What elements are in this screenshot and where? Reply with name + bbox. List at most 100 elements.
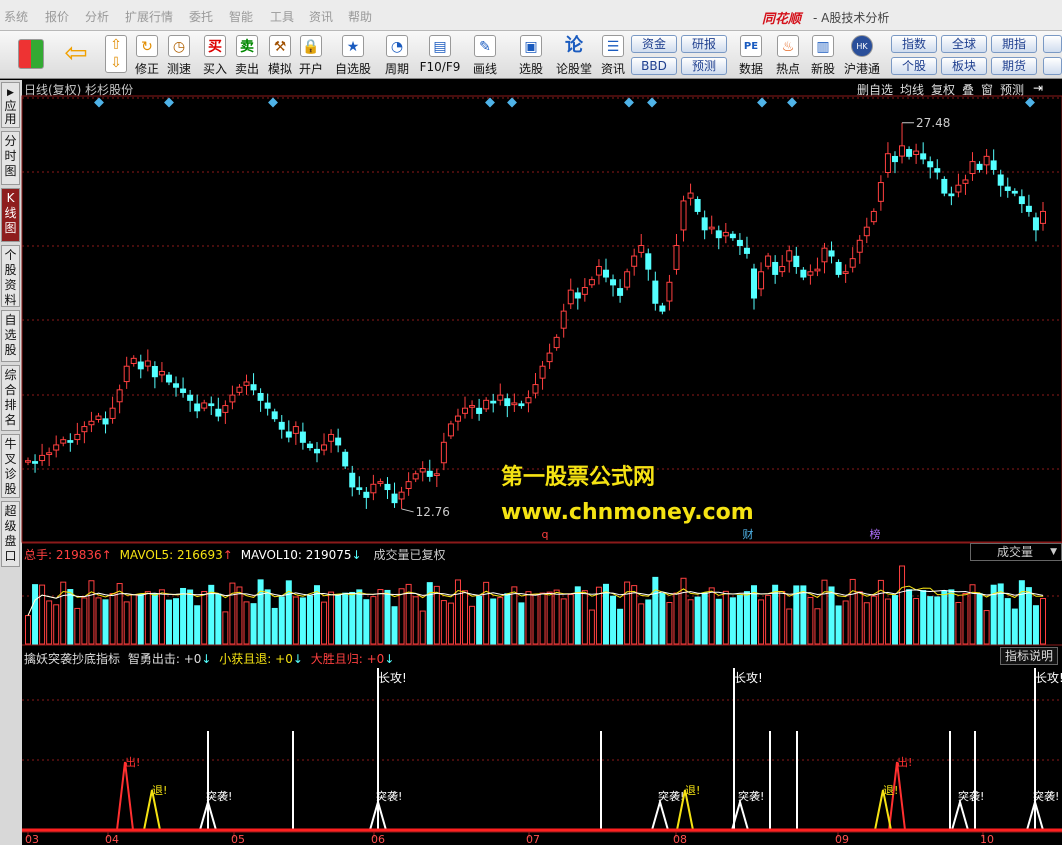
- volume-bar: [532, 594, 539, 645]
- volume-indicator-select[interactable]: 成交量 ▼: [970, 543, 1062, 561]
- volume-bar: [95, 597, 102, 645]
- x-axis-label: 04: [105, 833, 119, 845]
- candle: [772, 261, 779, 275]
- volume-bar: [342, 592, 349, 645]
- low-leader-line: [401, 508, 414, 513]
- volume-bar: [765, 594, 772, 645]
- volume-bar: [476, 596, 483, 645]
- candle: [1025, 205, 1032, 212]
- signal-raid-spike: [951, 798, 969, 831]
- candle: [384, 483, 391, 491]
- volume-bar: [821, 579, 828, 645]
- volume-bar: [722, 590, 729, 645]
- volume-bar: [955, 601, 962, 645]
- candle: [335, 437, 342, 446]
- candle: [398, 491, 405, 500]
- candle: [201, 402, 208, 409]
- volume-bar: [250, 603, 257, 645]
- volume-bar: [222, 611, 229, 645]
- volume-bar: [67, 589, 74, 645]
- volume-bar: [158, 589, 165, 645]
- candle: [546, 352, 553, 363]
- volume-bar: [680, 577, 687, 645]
- up-arrow-icon: ↑: [101, 548, 112, 562]
- volume-bar: [518, 602, 525, 645]
- overlay-button[interactable]: 叠: [962, 81, 974, 98]
- signal-retreat-label: 退!: [883, 784, 898, 797]
- volume-bar: [631, 585, 638, 645]
- candle: [863, 226, 870, 237]
- remove-watchlist-button[interactable]: 删自选: [857, 81, 893, 98]
- candle: [356, 487, 363, 491]
- volume-bar: [758, 599, 765, 645]
- candle: [257, 393, 264, 401]
- collapse-arrow-icon[interactable]: ⇥: [1033, 81, 1043, 95]
- volume-bar: [906, 589, 913, 645]
- info-marker-icon: [94, 97, 104, 108]
- volume-bar: [934, 596, 941, 645]
- volume-bar: [856, 591, 863, 645]
- chart-canvas[interactable]: 27.48 12.76 q 财 榜长攻! 长攻! 长攻! 突袭! 突袭! 突袭! 突袭! 突袭! 突袭!…: [0, 0, 1062, 845]
- volume-ma5: MAVOL5: 216693: [119, 548, 223, 562]
- candle: [877, 182, 884, 202]
- high-price-label: 27.48: [916, 116, 950, 130]
- volume-select-value: 成交量: [997, 545, 1034, 559]
- volume-bar: [983, 610, 990, 645]
- signal-raid-label: 突袭!: [958, 789, 984, 803]
- info-marker-icon: [485, 97, 495, 108]
- candle: [899, 145, 906, 157]
- signal-exit-label: 出!: [897, 755, 912, 769]
- candle: [821, 247, 828, 263]
- up-arrow-icon: ↑: [222, 548, 233, 562]
- candle: [53, 444, 60, 451]
- candle: [349, 472, 356, 488]
- signal-retreat-label: 退!: [685, 784, 700, 797]
- volume-bar: [462, 590, 469, 645]
- volume-bar: [673, 592, 680, 645]
- ma-button[interactable]: 均线: [900, 81, 924, 98]
- indicator-name: 擒妖突袭抄底指标: [24, 652, 121, 666]
- candle: [976, 163, 983, 170]
- x-axis-label: 06: [371, 833, 385, 845]
- volume-bar: [419, 610, 426, 645]
- x-axis-label: 03: [25, 833, 39, 845]
- candle: [208, 403, 215, 407]
- volume-bar: [109, 593, 116, 645]
- window-button[interactable]: 窗: [981, 81, 993, 98]
- volume-bar: [391, 606, 398, 645]
- candle: [173, 383, 180, 388]
- volume-total: 总手: 219836: [24, 548, 102, 562]
- volume-bar: [384, 589, 391, 645]
- predict-button[interactable]: 预测: [1000, 81, 1024, 98]
- volume-bar: [779, 590, 786, 645]
- volume-bar: [102, 599, 109, 645]
- volume-bar: [617, 608, 624, 645]
- candle: [236, 386, 243, 393]
- volume-bar: [913, 598, 920, 645]
- event-marker-finance: 财: [743, 527, 754, 541]
- volume-bar: [772, 584, 779, 645]
- signal-retreat-label: 退!: [152, 784, 167, 797]
- volume-bar: [278, 596, 285, 645]
- candle: [180, 388, 187, 393]
- candle: [574, 292, 581, 299]
- volume-bar: [1011, 608, 1018, 645]
- indicator-help-button[interactable]: 指标说明: [1000, 647, 1058, 665]
- x-axis-label: 10: [980, 833, 994, 845]
- volume-bar: [659, 592, 666, 645]
- candle: [786, 250, 793, 262]
- signal-raid-label: 突袭!: [206, 789, 232, 803]
- volume-bar: [454, 579, 461, 645]
- candle: [144, 360, 151, 367]
- info-marker-icon: [1025, 97, 1035, 108]
- volume-bar: [433, 585, 440, 645]
- candle: [891, 155, 898, 163]
- candle: [370, 483, 377, 494]
- candle: [306, 443, 313, 449]
- adjust-button[interactable]: 复权: [931, 81, 955, 98]
- candle: [95, 415, 102, 420]
- volume-bar: [870, 595, 877, 645]
- candle: [927, 161, 934, 168]
- candle: [814, 268, 821, 272]
- candle: [511, 402, 518, 406]
